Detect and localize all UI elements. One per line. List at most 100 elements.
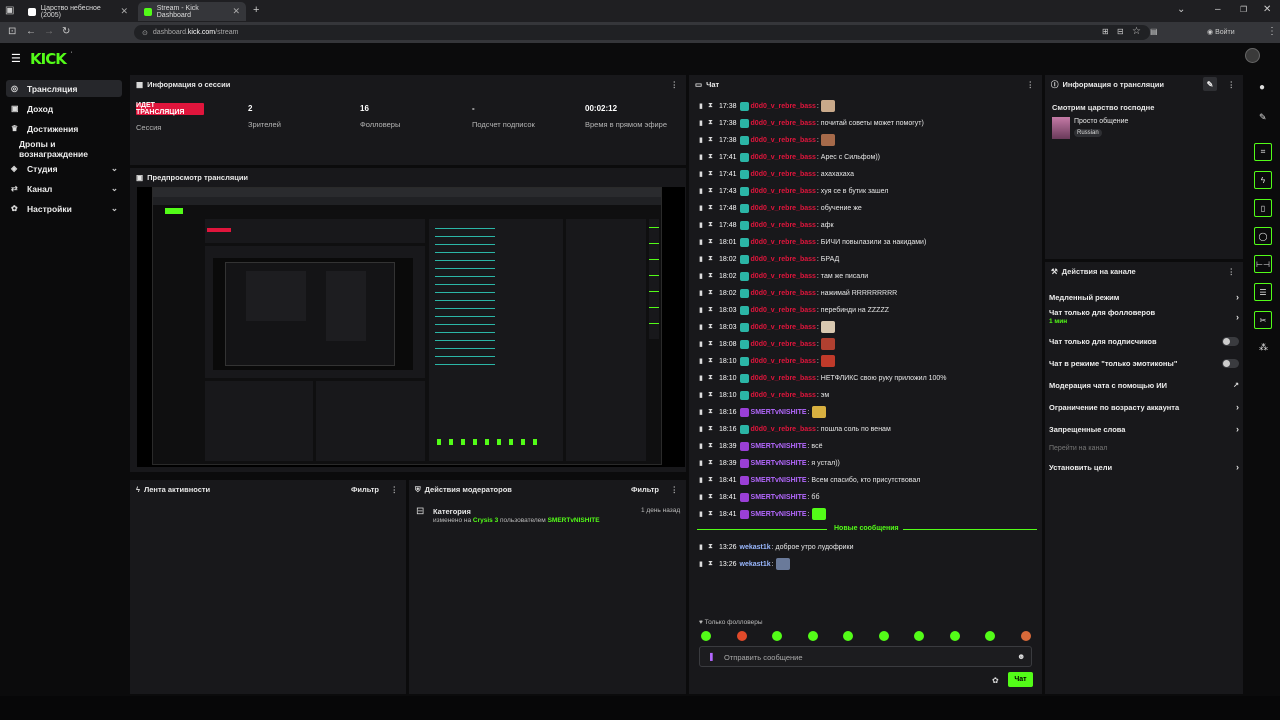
message-username[interactable]: d0d0_v_rebre_bass [751,324,816,331]
close-tab-icon[interactable]: ✕ [232,6,240,17]
quick-emote-icon[interactable] [949,631,960,641]
url-field[interactable]: ⊙ dashboard. kick.com/stream [134,25,1150,40]
timeout-icon[interactable]: ⧗ [708,425,719,433]
sidebar-item-income[interactable]: ▣ Доход [6,100,122,117]
message-username[interactable]: wekast1k [740,544,771,551]
sidebar-item-achievements[interactable]: ♛ Достижения [6,120,122,137]
back-icon[interactable]: ← [26,27,36,37]
message-username[interactable]: d0d0_v_rebre_bass [751,205,816,212]
browser-tab-2[interactable]: Stream - Kick Dashboard ✕ [138,2,246,21]
mod-entry-category[interactable]: Crysis 3 [473,517,498,524]
message-username[interactable]: d0d0_v_rebre_bass [751,154,816,161]
chat-message[interactable]: ▮ ⧗ 18:02 d0d0_v_rebre_bass: нажимай RRRRRR… [699,286,897,300]
forward-icon[interactable]: → [44,27,54,37]
tab-search-icon[interactable]: ⌄ [1177,5,1185,15]
message-username[interactable]: d0d0_v_rebre_bass [751,188,816,195]
site-info-icon[interactable]: ⊙ [142,29,148,37]
pin-icon[interactable]: ▮ [699,357,708,365]
timeout-icon[interactable]: ⧗ [708,238,719,246]
pin-icon[interactable]: ▮ [699,153,708,161]
pin-icon[interactable]: ▮ [699,306,708,314]
chat-message[interactable]: ▮ ⧗ 17:43 d0d0_v_rebre_bass: хуя се в бутик… [699,184,888,198]
mod-entry-user[interactable]: SMERTvNISHITE [548,517,600,524]
message-username[interactable]: d0d0_v_rebre_bass [751,392,816,399]
chat-message[interactable]: ▮ ⧗ 18:03 d0d0_v_rebre_bass: перебинди на Z… [699,303,889,317]
chat-message[interactable]: ▮ ⧗ 18:16 d0d0_v_rebre_bass: пошла соль по … [699,422,891,436]
pin-icon[interactable]: ▮ [699,289,708,297]
rail-button-split[interactable]: ⊢⊣ [1254,255,1272,273]
chat-message[interactable]: ▮ ⧗ 17:48 d0d0_v_rebre_bass: обучение же [699,201,862,215]
ai-moderation-row[interactable]: Модерация чата с помощью ИИ ↗ [1049,378,1239,392]
new-tab-icon[interactable]: + [253,5,259,16]
chat-message[interactable]: ▮ ⧗ 18:02 d0d0_v_rebre_bass: БРАД [699,252,839,266]
message-username[interactable]: d0d0_v_rebre_bass [751,307,816,314]
pin-icon[interactable]: ▮ [699,119,708,127]
followers-only-row[interactable]: Чат только для фолловеров 1 мин › [1049,308,1239,330]
edit-icon[interactable]: ✎ [1203,77,1217,91]
chat-message[interactable]: ▮ ⧗ 13:26 wekast1k: [699,557,790,571]
pin-icon[interactable]: ▮ [699,476,708,484]
message-username[interactable]: d0d0_v_rebre_bass [751,256,816,263]
more-menu-icon[interactable]: ⋮ [1228,80,1236,89]
pencil-icon[interactable]: ✎ [1259,112,1267,123]
pin-icon[interactable]: ▮ [699,238,708,246]
maximize-icon[interactable]: ❐ [1240,5,1247,15]
chat-message[interactable]: ▮ ⧗ 18:16 SMERTvNISHITE: [699,405,826,419]
quick-emote-icon[interactable] [1020,631,1031,641]
sidebar-item-stream[interactable]: ◎ Трансляция [6,80,122,97]
message-username[interactable]: SMERTvNISHITE [751,494,807,501]
star-icon[interactable]: ☆ [1132,27,1141,37]
message-username[interactable]: d0d0_v_rebre_bass [751,171,816,178]
pin-icon[interactable]: ▮ [699,272,708,280]
sidebar-item-drops[interactable]: Дропы и вознаграждение [6,139,122,159]
pin-icon[interactable]: ▮ [699,136,708,144]
chat-settings-icon[interactable]: ✿ [992,676,999,685]
extensions-icon[interactable]: ▤ [1150,27,1158,37]
bookmarks-icon[interactable]: ⊟ [1117,27,1124,37]
timeout-icon[interactable]: ⧗ [708,306,719,314]
timeout-icon[interactable]: ⧗ [708,493,719,501]
message-username[interactable]: SMERTvNISHITE [751,409,807,416]
chat-message[interactable]: ▮ ⧗ 17:48 d0d0_v_rebre_bass: афк [699,218,834,232]
pin-icon[interactable]: ▮ [699,255,708,263]
timeout-icon[interactable]: ⧗ [708,543,719,551]
info-circle-icon[interactable]: ● [1259,82,1265,93]
pin-icon[interactable]: ▮ [699,560,708,568]
message-username[interactable]: SMERTvNISHITE [751,511,807,518]
pin-icon[interactable]: ▮ [699,391,708,399]
filter-button[interactable]: Фильтр [631,485,659,494]
quick-emote-icon[interactable] [878,631,889,641]
timeout-icon[interactable]: ⧗ [708,476,719,484]
minimize-icon[interactable]: – [1215,5,1221,15]
emote-only-row[interactable]: Чат в режиме "только эмотиконы" [1049,356,1239,370]
browser-tab-1[interactable]: Царство небесное (2005) ✕ [22,2,134,21]
pin-icon[interactable]: ▮ [699,442,708,450]
stream-category[interactable]: Просто общение [1074,118,1128,125]
message-username[interactable]: SMERTvNISHITE [751,443,807,450]
banned-words-row[interactable]: Запрещенные слова › [1049,422,1239,436]
chat-message[interactable]: ▮ ⧗ 18:10 d0d0_v_rebre_bass: [699,354,835,368]
pin-icon[interactable]: ▮ [699,425,708,433]
chat-message[interactable]: ▮ ⧗ 18:39 SMERTvNISHITE: я устал)) [699,456,840,470]
quick-emote-icon[interactable] [985,631,995,641]
filter-button[interactable]: Фильтр [351,485,379,494]
timeout-icon[interactable]: ⧗ [708,357,719,365]
message-username[interactable]: d0d0_v_rebre_bass [751,120,816,127]
chat-message[interactable]: ▮ ⧗ 18:10 d0d0_v_rebre_bass: НЕТФЛИКС свою … [699,371,947,385]
message-username[interactable]: d0d0_v_rebre_bass [751,290,816,297]
pin-icon[interactable]: ▮ [699,459,708,467]
message-username[interactable]: SMERTvNISHITE [751,477,807,484]
timeout-icon[interactable]: ⧗ [708,136,719,144]
close-window-icon[interactable]: ✕ [1263,5,1271,15]
send-chat-button[interactable]: Чат [1008,672,1033,687]
chat-message[interactable]: ▮ ⧗ 18:41 SMERTvNISHITE: [699,507,826,521]
rail-button-tools[interactable]: ✂ [1254,311,1272,329]
quick-emote-icon[interactable] [843,631,853,641]
chat-message[interactable]: ▮ ⧗ 17:38 d0d0_v_rebre_bass: почитай советы… [699,116,924,130]
pin-icon[interactable]: ▮ [699,543,708,551]
timeout-icon[interactable]: ⧗ [708,459,719,467]
timeout-icon[interactable]: ⧗ [708,153,719,161]
subs-only-toggle[interactable] [1222,336,1239,346]
set-goals-row[interactable]: Установить цели › [1049,460,1239,474]
stream-preview-video[interactable] [137,187,685,467]
